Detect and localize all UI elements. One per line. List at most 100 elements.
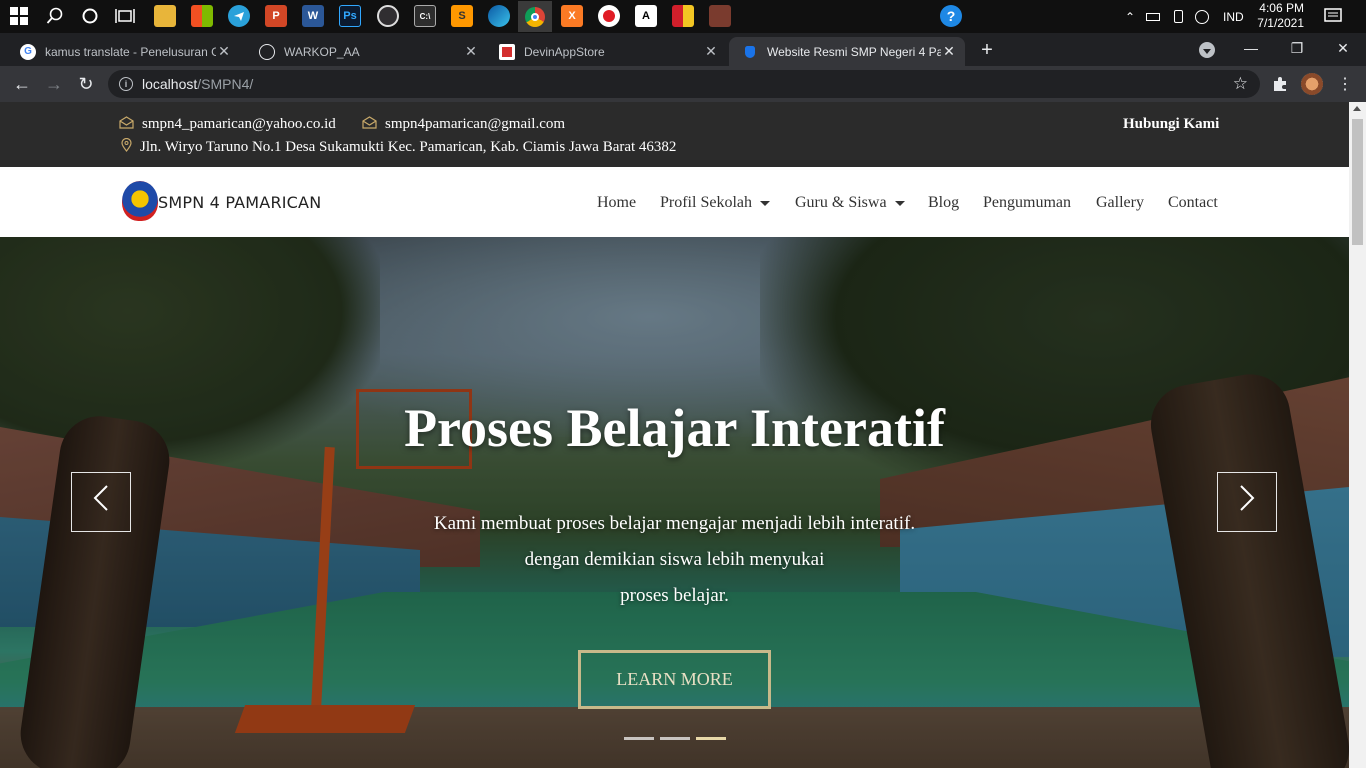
tab-search-icon[interactable]: [1199, 42, 1215, 58]
help-notification-icon[interactable]: ?: [940, 5, 962, 27]
bookmark-star-icon[interactable]: ☆: [1233, 74, 1248, 94]
email-contact-1[interactable]: smpn4_pamarican@yahoo.co.id: [119, 116, 336, 133]
carousel-indicator-active[interactable]: [696, 737, 726, 740]
carousel-prev-button[interactable]: [71, 472, 131, 532]
caret-down-icon: [894, 200, 905, 206]
page-scrollbar[interactable]: [1349, 102, 1366, 768]
browser-toolbar: ← → ↻ i localhost/SMPN4/ ☆ ⋮: [0, 66, 1366, 102]
email-contact-2[interactable]: smpn4pamarican@gmail.com: [362, 116, 565, 133]
record-icon[interactable]: [598, 5, 620, 27]
profile-avatar[interactable]: [1300, 72, 1324, 96]
battery-icon[interactable]: [1146, 12, 1160, 21]
hero-subtitle-line: dengan demikian siswa lebih menyukai: [524, 549, 825, 570]
address-bar[interactable]: i localhost/SMPN4/ ☆: [108, 70, 1260, 98]
close-tab-icon[interactable]: ✕: [463, 43, 479, 60]
microsoft-store-icon[interactable]: [191, 5, 213, 27]
chrome-taskbar-icon[interactable]: [518, 1, 552, 32]
tab-title: DevinAppStore: [524, 44, 605, 59]
tab-devinappstore[interactable]: DevinAppStore ✕: [487, 37, 727, 66]
nav-label: Guru & Siswa: [795, 194, 887, 211]
file-explorer-icon[interactable]: [154, 5, 176, 27]
search-icon[interactable]: [44, 5, 66, 27]
site-info-icon[interactable]: i: [119, 77, 133, 91]
chrome-menu-icon[interactable]: ⋮: [1333, 72, 1357, 96]
chevron-up-icon[interactable]: ⌃: [1120, 10, 1140, 24]
address-contact: Jln. Wiryo Taruno No.1 Desa Sukamukti Ke…: [121, 137, 677, 156]
telegram-icon[interactable]: [228, 5, 250, 27]
powerpoint-icon[interactable]: P: [265, 5, 287, 27]
nav-pengumuman[interactable]: Pengumuman: [983, 194, 1071, 212]
close-tab-icon[interactable]: ✕: [703, 43, 719, 60]
carousel-indicator[interactable]: [624, 737, 654, 740]
map-pin-icon: [121, 137, 132, 156]
app-icon[interactable]: [709, 5, 731, 27]
tab-title: kamus translate - Penelusuran Google: [45, 44, 216, 59]
school-logo[interactable]: [122, 181, 158, 221]
photoshop-icon[interactable]: Ps: [339, 5, 361, 27]
shield-icon: [745, 45, 755, 58]
envelope-icon: [119, 116, 134, 133]
scroll-up-arrow-icon[interactable]: [1353, 106, 1361, 111]
phone-link-icon[interactable]: [1174, 10, 1183, 23]
sublime-text-icon[interactable]: S: [451, 5, 473, 27]
back-arrow-icon[interactable]: ←: [10, 72, 34, 96]
globe-icon: [259, 43, 275, 60]
network-globe-icon[interactable]: [1195, 9, 1209, 24]
nav-home[interactable]: Home: [597, 194, 636, 212]
nav-contact[interactable]: Contact: [1168, 194, 1218, 212]
tab-warkop[interactable]: WARKOP_AA ✕: [247, 37, 487, 66]
hero-carousel: Proses Belajar Interatif Kami membuat pr…: [0, 237, 1349, 768]
carousel-next-button[interactable]: [1217, 472, 1277, 532]
browser-tab-strip: G kamus translate - Penelusuran Google ✕…: [0, 33, 1366, 91]
tab-title: WARKOP_AA: [284, 44, 360, 59]
google-icon: G: [20, 43, 36, 60]
nav-profil-sekolah[interactable]: Profil Sekolah: [660, 194, 770, 212]
close-tab-icon[interactable]: ✕: [216, 43, 232, 60]
nav-guru-siswa[interactable]: Guru & Siswa: [795, 194, 905, 212]
carousel-indicators: [624, 737, 726, 740]
language-indicator[interactable]: IND: [1223, 10, 1244, 24]
hero-subtitle: Kami membuat proses belajar mengajar men…: [0, 506, 1349, 614]
caret-down-icon: [760, 200, 770, 206]
minimize-window-icon[interactable]: —: [1228, 33, 1274, 63]
tab-smpn4[interactable]: Website Resmi SMP Negeri 4 Pamarican ✕: [729, 37, 965, 66]
tab-title: Website Resmi SMP Negeri 4 Pamarican: [767, 44, 941, 59]
close-tab-icon[interactable]: ✕: [941, 43, 957, 60]
system-tray: ⌃ IND: [1120, 0, 1244, 33]
site-navbar: SMPN 4 PAMARICAN Home Profil Sekolah Gur…: [0, 167, 1349, 237]
nav-blog[interactable]: Blog: [928, 194, 959, 212]
cortana-icon[interactable]: [79, 5, 101, 27]
terminal-icon[interactable]: C:\: [414, 5, 436, 27]
obs-icon[interactable]: [377, 5, 399, 27]
forward-arrow-icon[interactable]: →: [42, 72, 66, 96]
address-text: Jln. Wiryo Taruno No.1 Desa Sukamukti Ke…: [140, 138, 677, 155]
carousel-indicator[interactable]: [660, 737, 690, 740]
close-window-icon[interactable]: ✕: [1320, 33, 1366, 63]
notification-center-icon[interactable]: [1322, 5, 1344, 27]
app-icon: [499, 43, 515, 60]
new-tab-plus-icon[interactable]: +: [976, 39, 998, 61]
winrar-icon[interactable]: [672, 5, 694, 27]
hero-subtitle-line: proses belajar.: [620, 585, 729, 606]
windows-start-icon[interactable]: [8, 5, 30, 27]
page-viewport: smpn4_pamarican@yahoo.co.id smpn4pamaric…: [0, 102, 1349, 768]
task-view-icon[interactable]: [114, 5, 136, 27]
extensions-puzzle-icon[interactable]: [1268, 72, 1292, 96]
hubungi-kami-link[interactable]: Hubungi Kami: [1123, 116, 1219, 133]
url-host: localhost: [142, 76, 198, 92]
site-topbar: smpn4_pamarican@yahoo.co.id smpn4pamaric…: [0, 102, 1349, 167]
site-brand[interactable]: SMPN 4 PAMARICAN: [158, 193, 321, 212]
restore-window-icon[interactable]: ❐: [1274, 33, 1320, 63]
word-icon[interactable]: W: [302, 5, 324, 27]
scrollbar-thumb[interactable]: [1352, 119, 1363, 245]
xampp-icon[interactable]: X: [561, 5, 583, 27]
edge-icon[interactable]: [488, 5, 510, 27]
envelope-icon: [362, 116, 377, 133]
nav-gallery[interactable]: Gallery: [1096, 194, 1144, 212]
clock-time: 4:06 PM: [1259, 1, 1304, 15]
tab-google-search[interactable]: G kamus translate - Penelusuran Google ✕: [8, 37, 240, 66]
inkscape-icon[interactable]: A: [635, 5, 657, 27]
learn-more-button[interactable]: LEARN MORE: [578, 650, 771, 709]
reload-icon[interactable]: ↻: [74, 72, 98, 96]
taskbar-clock[interactable]: 4:06 PM 7/1/2021: [1244, 1, 1304, 31]
